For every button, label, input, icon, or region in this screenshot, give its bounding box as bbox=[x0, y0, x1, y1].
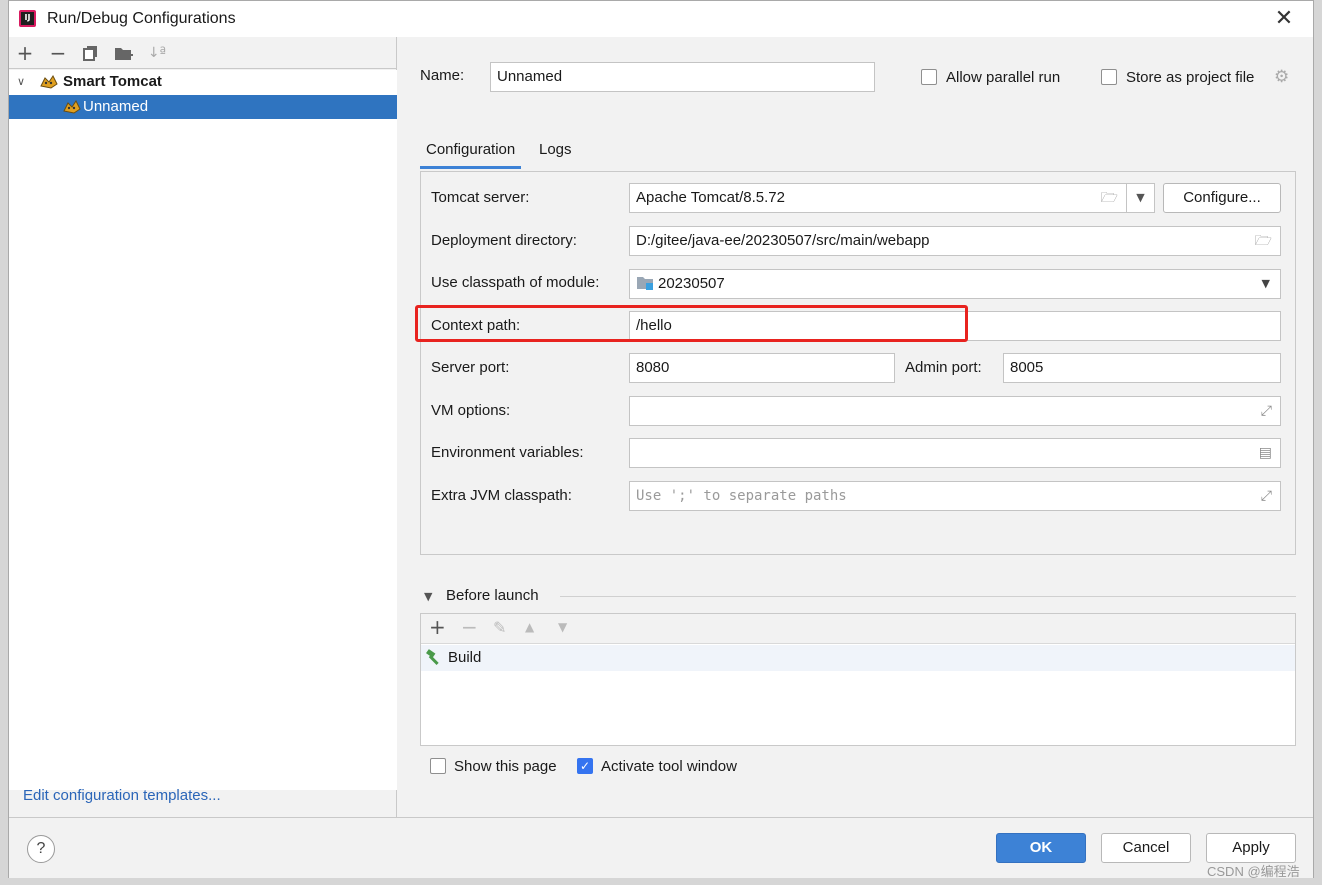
configure-button[interactable]: Configure... bbox=[1163, 183, 1281, 213]
sidebar-toolbar: + − ↓ª bbox=[9, 37, 397, 69]
remove-icon[interactable]: − bbox=[46, 41, 70, 65]
classpath-module-select[interactable]: 20230507 ▼ bbox=[629, 269, 1281, 299]
new-folder-icon[interactable] bbox=[112, 41, 136, 65]
server-port-label: Server port: bbox=[431, 359, 510, 376]
chevron-down-icon[interactable]: ▼ bbox=[424, 590, 432, 603]
chevron-down-icon[interactable]: ▼ bbox=[1262, 270, 1270, 298]
tree-group-label: Smart Tomcat bbox=[63, 73, 162, 90]
show-page-label: Show this page bbox=[454, 758, 557, 775]
hammer-icon bbox=[426, 649, 439, 665]
title-bar: IJ Run/Debug Configurations ✕ bbox=[9, 1, 1313, 37]
module-folder-icon bbox=[637, 277, 653, 290]
tomcat-icon bbox=[63, 100, 81, 114]
vm-options-label: VM options: bbox=[431, 402, 511, 419]
expand-icon[interactable]: ⤢ bbox=[1261, 397, 1272, 425]
chevron-down-icon[interactable]: ∨ bbox=[17, 70, 25, 94]
tab-logs[interactable]: Logs bbox=[533, 135, 578, 169]
chevron-down-icon[interactable]: ▼ bbox=[1126, 183, 1155, 213]
env-vars-label: Environment variables: bbox=[431, 444, 584, 461]
sort-icon[interactable]: ↓ª bbox=[145, 41, 169, 65]
folder-icon[interactable]: 🗁 bbox=[1255, 227, 1272, 255]
tomcat-server-label: Tomcat server: bbox=[431, 189, 530, 206]
admin-port-input[interactable]: 8005 bbox=[1003, 353, 1281, 383]
deployment-dir-value: D:/gitee/java-ee/20230507/src/main/webap… bbox=[636, 232, 930, 249]
store-project-label: Store as project file bbox=[1126, 69, 1255, 86]
document-icon[interactable]: ▤ bbox=[1259, 439, 1272, 467]
extra-jvm-placeholder: Use ';' to separate paths bbox=[636, 488, 847, 504]
store-project-checkbox[interactable] bbox=[1101, 69, 1117, 85]
allow-parallel-checkbox[interactable] bbox=[921, 69, 937, 85]
env-vars-input[interactable]: ▤ bbox=[629, 438, 1281, 468]
configurations-sidebar: + − ↓ª ∨ Smart Tomcat Unnamed Edit confi… bbox=[9, 37, 397, 817]
task-label: Build bbox=[448, 649, 482, 666]
deployment-dir-label: Deployment directory: bbox=[431, 232, 577, 249]
close-icon[interactable]: ✕ bbox=[1271, 6, 1297, 32]
name-label: Name: bbox=[420, 67, 465, 84]
configuration-editor: Name: Unnamed Allow parallel run Store a… bbox=[398, 37, 1313, 817]
help-icon[interactable]: ? bbox=[27, 835, 55, 863]
before-launch-panel: + − ✎ ▲ ▼ Build bbox=[420, 613, 1296, 746]
intellij-app-icon: IJ bbox=[19, 10, 36, 27]
allow-parallel-label: Allow parallel run bbox=[946, 69, 1061, 86]
activate-tool-label: Activate tool window bbox=[601, 758, 737, 775]
tree-group-smart-tomcat[interactable]: ∨ Smart Tomcat bbox=[9, 70, 397, 94]
tree-item-unnamed[interactable]: Unnamed bbox=[9, 95, 397, 119]
server-port-input[interactable]: 8080 bbox=[629, 353, 895, 383]
cancel-button[interactable]: Cancel bbox=[1101, 833, 1191, 863]
ok-button[interactable]: OK bbox=[996, 833, 1086, 863]
configuration-tree: ∨ Smart Tomcat Unnamed bbox=[9, 70, 397, 790]
tab-configuration[interactable]: Configuration bbox=[420, 135, 522, 169]
admin-port-label: Admin port: bbox=[905, 359, 982, 376]
folder-icon[interactable]: 🗁 bbox=[1101, 184, 1118, 212]
tree-item-label: Unnamed bbox=[83, 98, 149, 115]
context-path-highlight-box bbox=[415, 305, 968, 342]
copy-icon[interactable] bbox=[79, 41, 103, 65]
show-page-checkbox[interactable] bbox=[430, 758, 446, 774]
tomcat-icon bbox=[40, 75, 58, 89]
configuration-panel: Tomcat server: Apache Tomcat/8.5.72 🗁 ▼ … bbox=[420, 171, 1296, 555]
add-icon[interactable]: + bbox=[429, 615, 446, 639]
window-title: Run/Debug Configurations bbox=[47, 10, 236, 27]
classpath-module-label: Use classpath of module: bbox=[431, 274, 600, 291]
edit-configuration-templates-link[interactable]: Edit configuration templates... bbox=[23, 787, 221, 804]
apply-button[interactable]: Apply bbox=[1206, 833, 1296, 863]
classpath-module-value: 20230507 bbox=[658, 275, 725, 292]
expand-icon[interactable]: ⤢ bbox=[1261, 482, 1272, 510]
run-debug-dialog: IJ Run/Debug Configurations ✕ + − ↓ª ∨ S… bbox=[8, 0, 1314, 878]
dialog-footer: ? OK Cancel Apply bbox=[9, 817, 1313, 878]
tomcat-server-select[interactable]: Apache Tomcat/8.5.72 🗁 bbox=[629, 183, 1127, 213]
remove-icon[interactable]: − bbox=[461, 615, 478, 639]
gear-icon[interactable]: ⚙ bbox=[1274, 67, 1289, 87]
vm-options-input[interactable]: ⤢ bbox=[629, 396, 1281, 426]
extra-jvm-input[interactable]: Use ';' to separate paths ⤢ bbox=[629, 481, 1281, 511]
add-icon[interactable]: + bbox=[13, 41, 37, 65]
move-down-icon[interactable]: ▼ bbox=[558, 620, 567, 634]
before-launch-toolbar: + − ✎ ▲ ▼ bbox=[421, 614, 1295, 644]
section-divider bbox=[560, 596, 1296, 597]
before-launch-title[interactable]: Before launch bbox=[446, 587, 539, 604]
watermark: CSDN @编程浩 bbox=[1207, 864, 1300, 879]
edit-icon[interactable]: ✎ bbox=[493, 618, 506, 637]
before-launch-task-row[interactable]: Build bbox=[421, 645, 1295, 671]
activate-tool-checkbox[interactable]: ✓ bbox=[577, 758, 593, 774]
extra-jvm-label: Extra JVM classpath: bbox=[431, 487, 572, 504]
move-up-icon[interactable]: ▲ bbox=[525, 620, 534, 634]
deployment-dir-input[interactable]: D:/gitee/java-ee/20230507/src/main/webap… bbox=[629, 226, 1281, 256]
tomcat-server-value: Apache Tomcat/8.5.72 bbox=[636, 189, 785, 206]
name-input[interactable]: Unnamed bbox=[490, 62, 875, 92]
